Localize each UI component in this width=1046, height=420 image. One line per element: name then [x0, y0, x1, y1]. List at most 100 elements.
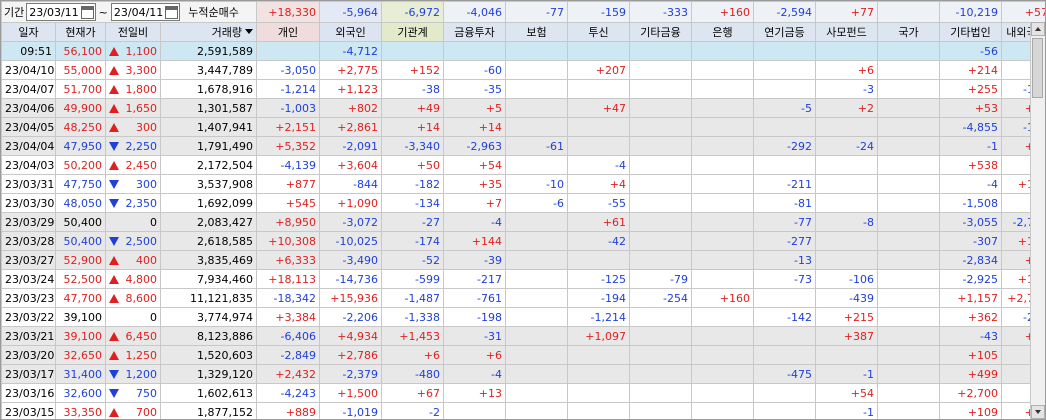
price-cell: 51,700 [55, 79, 106, 99]
investor-value-cell: +49 [381, 98, 445, 118]
summary-cell: +18,330 [256, 1, 321, 23]
price-cell: 32,650 [55, 345, 106, 365]
table-row[interactable]: 23/03/21 39,100 6,450 8,123,886 -6,406 +4,934… [1, 326, 1045, 346]
investor-value-cell [629, 174, 693, 194]
investor-value-cell: -81 [753, 193, 817, 213]
investor-value-cell: -35 [443, 79, 507, 99]
start-date-field[interactable]: 23/03/11 [26, 3, 96, 21]
investor-value-cell [877, 60, 941, 80]
calendar-icon[interactable] [80, 5, 94, 19]
summary-cell: -2,594 [753, 1, 817, 23]
table-row[interactable]: 23/04/03 50,200 2,450 2,172,504 -4,139 +3,604… [1, 155, 1045, 175]
volume-cell: 2,172,504 [159, 155, 258, 175]
table-row[interactable]: 23/03/20 32,650 1,250 1,520,603 -2,849 +2,786… [1, 345, 1045, 365]
investor-value-cell: -844 [319, 174, 383, 194]
column-header[interactable]: 연기금등 [753, 22, 817, 42]
table-row[interactable]: 23/04/05 48,250 300 1,407,941 +2,151 +2,861 +1… [1, 117, 1045, 137]
column-header[interactable]: 일자 [1, 22, 56, 42]
scroll-thumb[interactable] [1032, 38, 1043, 98]
change-cell: 6,450 [105, 326, 161, 346]
summary-cell: -5,964 [319, 1, 383, 23]
investor-value-cell: -475 [753, 364, 817, 384]
table-row[interactable]: 23/04/06 49,900 1,650 1,301,587 -1,003 +802 +4… [1, 98, 1045, 118]
investor-value-cell: +215 [815, 307, 879, 327]
price-cell: 50,400 [55, 231, 106, 251]
investor-value-cell: -1 [815, 402, 879, 419]
investor-value-cell: +54 [815, 383, 879, 403]
dropdown-arrow-icon[interactable] [245, 29, 254, 34]
investor-value-cell: -1,487 [381, 288, 445, 308]
investor-value-cell: +61 [567, 212, 631, 232]
volume-cell: 2,618,585 [159, 231, 258, 251]
mode-label[interactable]: 누적순매수 [188, 4, 239, 21]
table-row[interactable]: 23/04/10 55,000 3,300 3,447,789 -3,050 +2,775… [1, 60, 1045, 80]
table-row[interactable]: 23/03/28 50,400 2,500 2,618,585 +10,308 -10,0… [1, 231, 1045, 251]
column-header[interactable]: 사모펀드 [815, 22, 879, 42]
investor-value-cell: +1,123 [319, 79, 383, 99]
column-header[interactable]: 은행 [691, 22, 755, 42]
change-value: 1,650 [125, 101, 158, 115]
investor-value-cell: -217 [443, 269, 507, 289]
investor-value-cell: -198 [443, 307, 507, 327]
end-date-field[interactable]: 23/04/11 [110, 3, 181, 21]
investor-value-cell [815, 41, 879, 61]
investor-value-cell [815, 345, 879, 365]
up-triangle-icon [109, 103, 119, 113]
column-header[interactable]: 기타법인 [939, 22, 1003, 42]
change-cell: 2,350 [105, 193, 161, 213]
date-cell: 23/03/24 [1, 269, 56, 289]
table-row[interactable]: 23/03/24 52,500 4,800 7,934,460 +18,113 -14,7… [1, 269, 1045, 289]
scroll-up-button[interactable] [1031, 22, 1045, 36]
table-row[interactable]: 23/03/17 31,400 1,200 1,329,120 +2,432 -2,379… [1, 364, 1045, 384]
volume-cell: 3,774,974 [159, 307, 258, 327]
date-cell: 23/03/17 [1, 364, 56, 384]
table-row[interactable]: 23/03/22 39,100 0 3,774,974 +3,384 -2,206 -1,3… [1, 307, 1045, 327]
column-header[interactable]: 보험 [505, 22, 569, 42]
table-row[interactable]: 23/03/16 32,600 750 1,602,613 -4,243 +1,500 +6… [1, 383, 1045, 403]
column-header[interactable]: 외국인 [319, 22, 383, 42]
table-row[interactable]: 23/03/15 33,350 700 1,877,152 +889 -1,019 -2 -1… [1, 402, 1045, 419]
investor-value-cell: -1,003 [256, 98, 321, 118]
table-row[interactable]: 23/04/07 51,700 1,800 1,678,916 -1,214 +1,123… [1, 79, 1045, 99]
column-header[interactable]: 현재가 [55, 22, 106, 42]
investor-value-cell: -439 [815, 288, 879, 308]
volume-cell: 8,123,886 [159, 326, 258, 346]
column-header[interactable]: 개인 [256, 22, 321, 42]
table-row[interactable]: 23/03/29 50,400 0 2,083,427 +8,950 -3,072 -27-… [1, 212, 1045, 232]
column-header[interactable]: 금융투자 [443, 22, 507, 42]
investor-value-cell [629, 117, 693, 137]
table-row[interactable]: 23/03/27 52,900 400 3,835,469 +6,333 -3,490 -5… [1, 250, 1045, 270]
column-header[interactable]: 거래량 [159, 22, 258, 42]
table-row[interactable]: 23/03/30 48,050 2,350 1,692,099 +545 +1,090 -1… [1, 193, 1045, 213]
down-triangle-icon [109, 179, 119, 189]
column-header[interactable]: 기관계 [381, 22, 445, 42]
table-row[interactable]: 09:51 56,100 1,100 2,591,589 -4,712 -56 [1, 41, 1045, 61]
calendar-icon[interactable] [165, 5, 179, 19]
up-triangle-icon [109, 84, 119, 94]
change-cell: 750 [105, 383, 161, 403]
volume-cell: 2,083,427 [159, 212, 258, 232]
summary-cell: -10,219 [939, 1, 1003, 23]
column-header[interactable]: 투신 [567, 22, 631, 42]
investor-value-cell [877, 136, 941, 156]
change-cell: 8,600 [105, 288, 161, 308]
investor-value-cell: +10,308 [256, 231, 321, 251]
investor-value-cell [877, 402, 941, 419]
investor-value-cell: -3 [815, 79, 879, 99]
scroll-down-button[interactable] [1031, 405, 1045, 419]
table-row[interactable]: 23/04/04 47,950 2,250 1,791,490 +5,352 -2,091… [1, 136, 1045, 156]
down-triangle-icon [109, 369, 119, 379]
change-value: 1,800 [125, 82, 158, 96]
vertical-scrollbar[interactable] [1030, 22, 1045, 419]
investor-value-cell [815, 193, 879, 213]
investor-value-cell: -18,342 [256, 288, 321, 308]
column-header[interactable]: 국가 [877, 22, 941, 42]
date-cell: 09:51 [1, 41, 56, 61]
filter-bar: 기간 23/03/11 ~ 23/04/11 누적순매수 [1, 1, 258, 23]
investor-value-cell [753, 41, 817, 61]
table-row[interactable]: 23/03/31 47,750 300 3,537,908 +877 -844 -182 +3… [1, 174, 1045, 194]
table-row[interactable]: 23/03/23 47,700 8,600 11,121,835 -18,342 +15,… [1, 288, 1045, 308]
column-header[interactable]: 전일비 [105, 22, 161, 42]
investor-value-cell: -27 [381, 212, 445, 232]
column-header[interactable]: 기타금융 [629, 22, 693, 42]
